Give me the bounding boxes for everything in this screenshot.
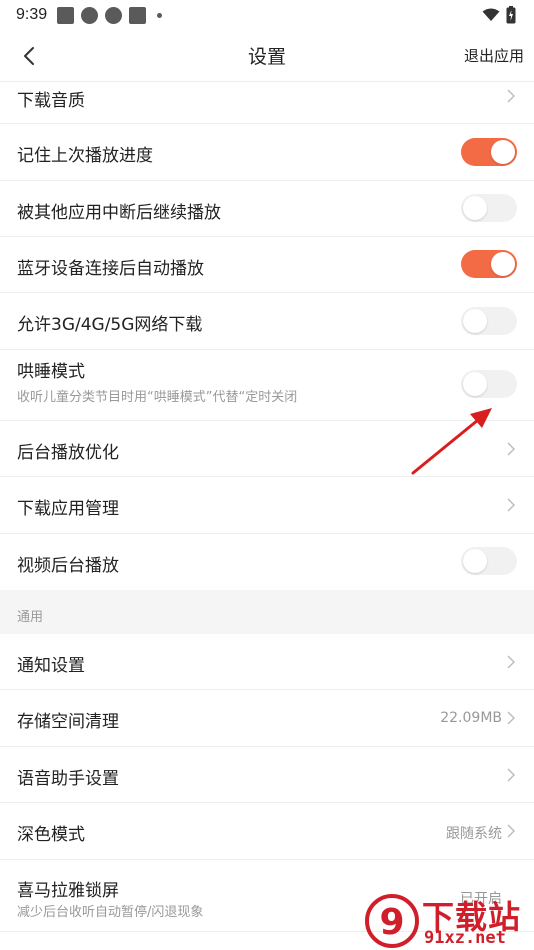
status-bar: 9:39 <box>0 0 534 30</box>
battery-icon <box>506 6 516 24</box>
setting-row-sleep-mode: 哄睡模式 收听儿童分类节目时用“哄睡模式”代替“定时关闭 <box>0 350 534 421</box>
section-header-general: 通用 <box>0 590 534 634</box>
section-label: 通用 <box>17 610 44 625</box>
setting-title: 视频后台播放 <box>17 556 119 576</box>
back-arrow-icon[interactable] <box>18 44 42 68</box>
watermark-url: 91xz.net <box>424 928 506 948</box>
toggle-switch[interactable] <box>461 547 517 575</box>
navigation-bar: 设置 退出应用 <box>0 30 534 82</box>
setting-row-dark-mode[interactable]: 深色模式 跟随系统 <box>0 803 534 860</box>
setting-title: 存储空间清理 <box>17 712 119 732</box>
setting-title: 语音助手设置 <box>17 769 119 789</box>
app-notification-icon <box>129 6 147 24</box>
setting-subtitle: 收听儿童分类节目时用“哄睡模式”代替“定时关闭 <box>17 390 298 405</box>
setting-row-background-optimization[interactable]: 后台播放优化 <box>0 421 534 477</box>
setting-title: 记住上次播放进度 <box>17 146 153 166</box>
more-notifications-icon <box>157 12 163 18</box>
site-watermark: 9 下载站 91xz.net <box>364 890 534 950</box>
page-title: 设置 <box>247 46 286 68</box>
chevron-right-icon <box>507 498 515 512</box>
wifi-icon <box>482 8 500 21</box>
toggle-knob <box>463 309 487 333</box>
chevron-right-icon <box>507 442 515 456</box>
setting-row-download-quality[interactable]: 下载音质 <box>0 82 534 124</box>
setting-row-download-app-management[interactable]: 下载应用管理 <box>0 477 534 534</box>
setting-title: 通知设置 <box>17 656 85 676</box>
setting-row-bluetooth-autoplay: 蓝牙设备连接后自动播放 <box>0 237 534 293</box>
chevron-right-icon <box>507 768 515 782</box>
setting-row-video-background-play: 视频后台播放 <box>0 534 534 590</box>
chevron-right-icon <box>507 89 515 103</box>
setting-subtitle: 减少后台收听自动暂停/闪退现象 <box>17 905 204 920</box>
status-time: 9:39 <box>16 6 48 23</box>
setting-title: 蓝牙设备连接后自动播放 <box>17 259 204 279</box>
setting-title: 允许3G/4G/5G网络下载 <box>17 315 203 335</box>
setting-row-mobile-network-download: 允许3G/4G/5G网络下载 <box>0 293 534 350</box>
pinwheel-notification-icon <box>81 6 99 24</box>
toggle-knob <box>463 196 487 220</box>
setting-row-storage-cleanup[interactable]: 存储空间清理 22.09MB <box>0 690 534 747</box>
toggle-switch[interactable] <box>461 307 517 335</box>
app-notification-icon <box>57 6 75 24</box>
svg-text:9: 9 <box>379 902 404 943</box>
watermark-logo-icon: 9 <box>365 894 419 948</box>
setting-title: 哄睡模式 <box>17 362 85 382</box>
chevron-right-icon <box>507 711 515 725</box>
setting-title: 被其他应用中断后继续播放 <box>17 203 221 223</box>
toggle-knob <box>463 549 487 573</box>
chevron-right-icon <box>507 824 515 838</box>
setting-row-resume-after-interrupt: 被其他应用中断后继续播放 <box>0 181 534 237</box>
setting-title: 深色模式 <box>17 825 85 845</box>
toggle-switch[interactable] <box>461 138 517 166</box>
setting-title: 下载音质 <box>17 91 85 111</box>
toggle-knob <box>463 372 487 396</box>
pinwheel-notification-icon <box>105 6 123 24</box>
toggle-switch[interactable] <box>461 370 517 398</box>
toggle-switch[interactable] <box>461 194 517 222</box>
setting-row-voice-assistant[interactable]: 语音助手设置 <box>0 747 534 803</box>
setting-title: 后台播放优化 <box>17 443 119 463</box>
setting-row-remember-progress: 记住上次播放进度 <box>0 124 534 181</box>
dark-mode-value: 跟随系统 <box>446 826 502 842</box>
toggle-switch[interactable] <box>461 250 517 278</box>
toggle-knob <box>491 252 515 276</box>
setting-row-notification[interactable]: 通知设置 <box>0 634 534 690</box>
setting-title: 下载应用管理 <box>17 499 119 519</box>
exit-app-button[interactable]: 退出应用 <box>464 45 524 66</box>
notification-icons <box>57 6 163 24</box>
chevron-right-icon <box>507 655 515 669</box>
storage-size-value: 22.09MB <box>440 710 502 726</box>
toggle-knob <box>491 140 515 164</box>
setting-title: 喜马拉雅锁屏 <box>17 881 119 901</box>
